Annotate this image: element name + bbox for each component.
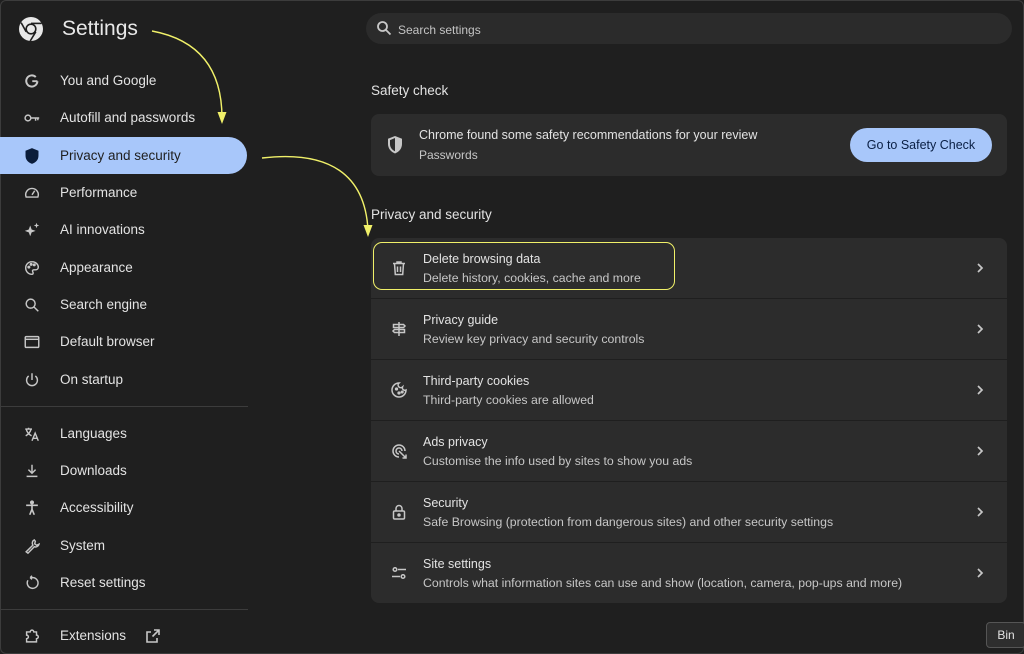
speedometer-icon: [22, 183, 42, 203]
sidebar-item-performance[interactable]: Performance: [0, 174, 247, 211]
sidebar-divider: [0, 406, 248, 407]
palette-icon: [22, 258, 42, 278]
chevron-right-icon: [973, 566, 987, 580]
safety-sub: Passwords: [419, 148, 478, 162]
sidebar-item-label: Extensions: [60, 628, 127, 643]
sidebar-item-label: System: [60, 538, 106, 553]
search-icon: [376, 20, 392, 36]
google-g-icon: [22, 71, 42, 91]
sidebar-item-on-startup[interactable]: On startup: [0, 361, 247, 398]
row-title: Ads privacy: [423, 435, 488, 449]
chrome-logo-icon: [19, 17, 43, 42]
sparkle-icon: [22, 220, 42, 240]
sidebar-item-label: Reset settings: [60, 575, 146, 590]
privacy-row-ads-privacy[interactable]: Ads privacy Customise the info used by s…: [371, 421, 1007, 482]
cookie-icon: [390, 381, 408, 399]
search-input[interactable]: [396, 19, 1000, 41]
sidebar-item-accessibility[interactable]: Accessibility: [0, 489, 247, 526]
sidebar-item-search-engine[interactable]: Search engine: [0, 286, 247, 323]
sidebar-item-label: Privacy and security: [60, 148, 181, 163]
safety-message: Chrome found some safety recommendations…: [419, 128, 758, 142]
sidebar-item-label: Search engine: [60, 297, 148, 312]
privacy-row-delete-browsing-data[interactable]: Delete browsing data Delete history, coo…: [371, 238, 1007, 299]
lock-icon: [390, 503, 408, 521]
download-icon: [22, 461, 42, 481]
tooltip: Bin: [986, 622, 1024, 648]
brand: Settings: [18, 14, 138, 44]
browser-window-icon: [22, 332, 42, 352]
privacy-row-privacy-guide[interactable]: Privacy guide Review key privacy and sec…: [371, 299, 1007, 360]
row-title: Site settings: [423, 557, 492, 571]
chevron-right-icon: [973, 322, 987, 336]
wrench-icon: [22, 536, 42, 556]
ads-target-icon: [390, 442, 408, 460]
row-subtitle: Safe Browsing (protection from dangerous…: [423, 515, 834, 529]
row-subtitle: Review key privacy and security controls: [423, 332, 645, 346]
row-subtitle: Third-party cookies are allowed: [423, 393, 594, 407]
sidebar-item-label: Autofill and passwords: [60, 110, 196, 125]
sliders-icon: [390, 564, 408, 582]
sidebar-item-label: Downloads: [60, 463, 127, 478]
privacy-list-card: Delete browsing data Delete history, coo…: [371, 238, 1007, 603]
power-icon: [22, 370, 42, 390]
row-title: Security: [423, 496, 469, 510]
privacy-and-security-heading: Privacy and security: [371, 207, 492, 222]
accessibility-icon: [22, 498, 42, 518]
sidebar-item-label: Accessibility: [60, 500, 134, 515]
reset-icon: [22, 573, 42, 593]
privacy-row-third-party-cookies[interactable]: Third-party cookies Third-party cookies …: [371, 360, 1007, 421]
search-icon: [22, 295, 42, 315]
sidebar-item-label: On startup: [60, 372, 124, 387]
go-to-safety-check-button[interactable]: Go to Safety Check: [850, 128, 992, 162]
sidebar-item-languages[interactable]: Languages: [0, 415, 247, 452]
sidebar: Settings You and Google Autofill and pas…: [0, 0, 250, 654]
sidebar-item-downloads[interactable]: Downloads: [0, 452, 247, 489]
row-title: Delete browsing data: [423, 252, 541, 266]
sidebar-item-privacy-and-security[interactable]: Privacy and security: [0, 137, 247, 174]
sidebar-item-label: AI innovations: [60, 222, 145, 237]
sidebar-item-extensions[interactable]: Extensions: [0, 617, 140, 654]
sidebar-item-label: You and Google: [60, 73, 157, 88]
privacy-row-security[interactable]: Security Safe Browsing (protection from …: [371, 482, 1007, 543]
sidebar-item-ai-innovations[interactable]: AI innovations: [0, 211, 247, 248]
safety-check-card: Chrome found some safety recommendations…: [371, 114, 1007, 176]
sidebar-divider: [0, 609, 248, 610]
chevron-right-icon: [973, 444, 987, 458]
sidebar-item-label: Performance: [60, 185, 138, 200]
signpost-icon: [390, 320, 408, 338]
row-title: Third-party cookies: [423, 374, 530, 388]
sidebar-item-autofill-and-passwords[interactable]: Autofill and passwords: [0, 99, 247, 136]
chevron-right-icon: [973, 261, 987, 275]
sidebar-item-system[interactable]: System: [0, 527, 247, 564]
chevron-right-icon: [973, 505, 987, 519]
sidebar-item-label: Default browser: [60, 334, 155, 349]
open-in-new-icon[interactable]: [145, 628, 161, 644]
privacy-row-site-settings[interactable]: Site settings Controls what information …: [371, 543, 1007, 604]
row-subtitle: Controls what information sites can use …: [423, 576, 903, 590]
sidebar-item-you-and-google[interactable]: You and Google: [0, 62, 247, 99]
sidebar-item-reset-settings[interactable]: Reset settings: [0, 564, 247, 601]
key-icon: [22, 108, 42, 128]
chevron-right-icon: [973, 383, 987, 397]
shield-icon: [22, 146, 42, 166]
page-title: Settings: [62, 17, 138, 40]
sidebar-item-default-browser[interactable]: Default browser: [0, 323, 247, 360]
row-subtitle: Delete history, cookies, cache and more: [423, 271, 641, 285]
trash-icon: [390, 259, 408, 277]
annotation-arrow-2: [261, 155, 369, 231]
sidebar-item-label: Languages: [60, 426, 127, 441]
row-title: Privacy guide: [423, 313, 499, 327]
search-bar[interactable]: [366, 13, 1012, 44]
sidebar-item-label: Appearance: [60, 260, 133, 275]
sidebar-item-appearance[interactable]: Appearance: [0, 249, 247, 286]
safety-shield-icon: [388, 136, 402, 154]
translate-icon: [22, 424, 42, 444]
safety-check-heading: Safety check: [371, 83, 449, 98]
puzzle-icon: [22, 626, 42, 646]
annotation-arrowhead-2: [363, 225, 373, 237]
row-subtitle: Customise the info used by sites to show…: [423, 454, 693, 468]
